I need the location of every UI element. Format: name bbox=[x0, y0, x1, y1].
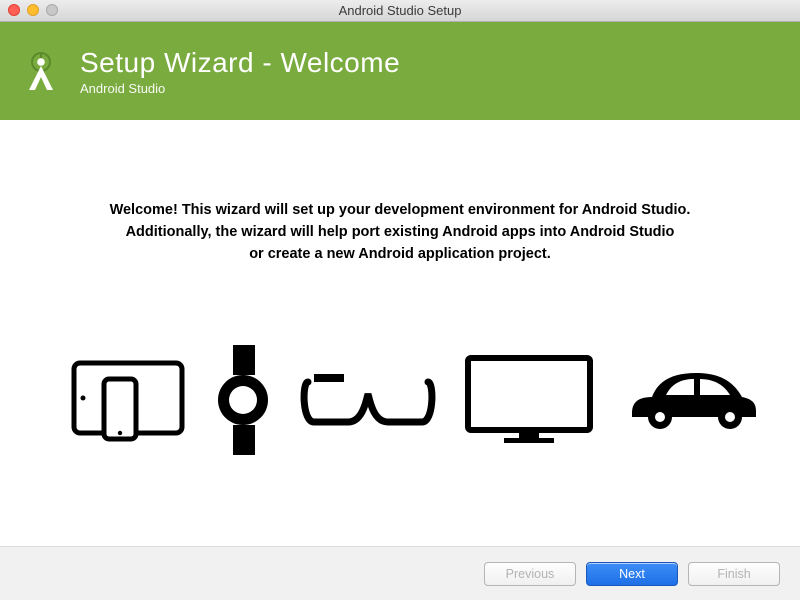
next-button[interactable]: Next bbox=[586, 562, 678, 586]
glass-icon bbox=[300, 372, 436, 433]
android-studio-logo-icon bbox=[18, 48, 64, 94]
window-titlebar: Android Studio Setup bbox=[0, 0, 800, 22]
minimize-window-icon[interactable] bbox=[27, 4, 39, 16]
device-icons-row bbox=[0, 345, 800, 460]
welcome-line-3: or create a new Android application proj… bbox=[110, 244, 691, 266]
close-window-icon[interactable] bbox=[8, 4, 20, 16]
finish-button: Finish bbox=[688, 562, 780, 586]
welcome-line-1: Welcome! This wizard will set up your de… bbox=[110, 200, 691, 222]
wizard-heading: Setup Wizard - Welcome bbox=[80, 47, 400, 79]
tv-icon bbox=[464, 354, 594, 451]
wizard-body: Welcome! This wizard will set up your de… bbox=[0, 120, 800, 546]
car-icon bbox=[622, 367, 760, 438]
maximize-window-icon bbox=[46, 4, 58, 16]
previous-button: Previous bbox=[484, 562, 576, 586]
watch-icon bbox=[214, 345, 272, 460]
welcome-text: Welcome! This wizard will set up your de… bbox=[110, 200, 691, 265]
welcome-line-2: Additionally, the wizard will help port … bbox=[110, 222, 691, 244]
wizard-subtitle: Android Studio bbox=[80, 81, 400, 96]
traffic-lights bbox=[8, 4, 58, 16]
tablet-phone-icon bbox=[70, 357, 186, 448]
wizard-header: Setup Wizard - Welcome Android Studio bbox=[0, 22, 800, 120]
window-title: Android Studio Setup bbox=[339, 3, 462, 18]
wizard-footer: Previous Next Finish bbox=[0, 546, 800, 600]
